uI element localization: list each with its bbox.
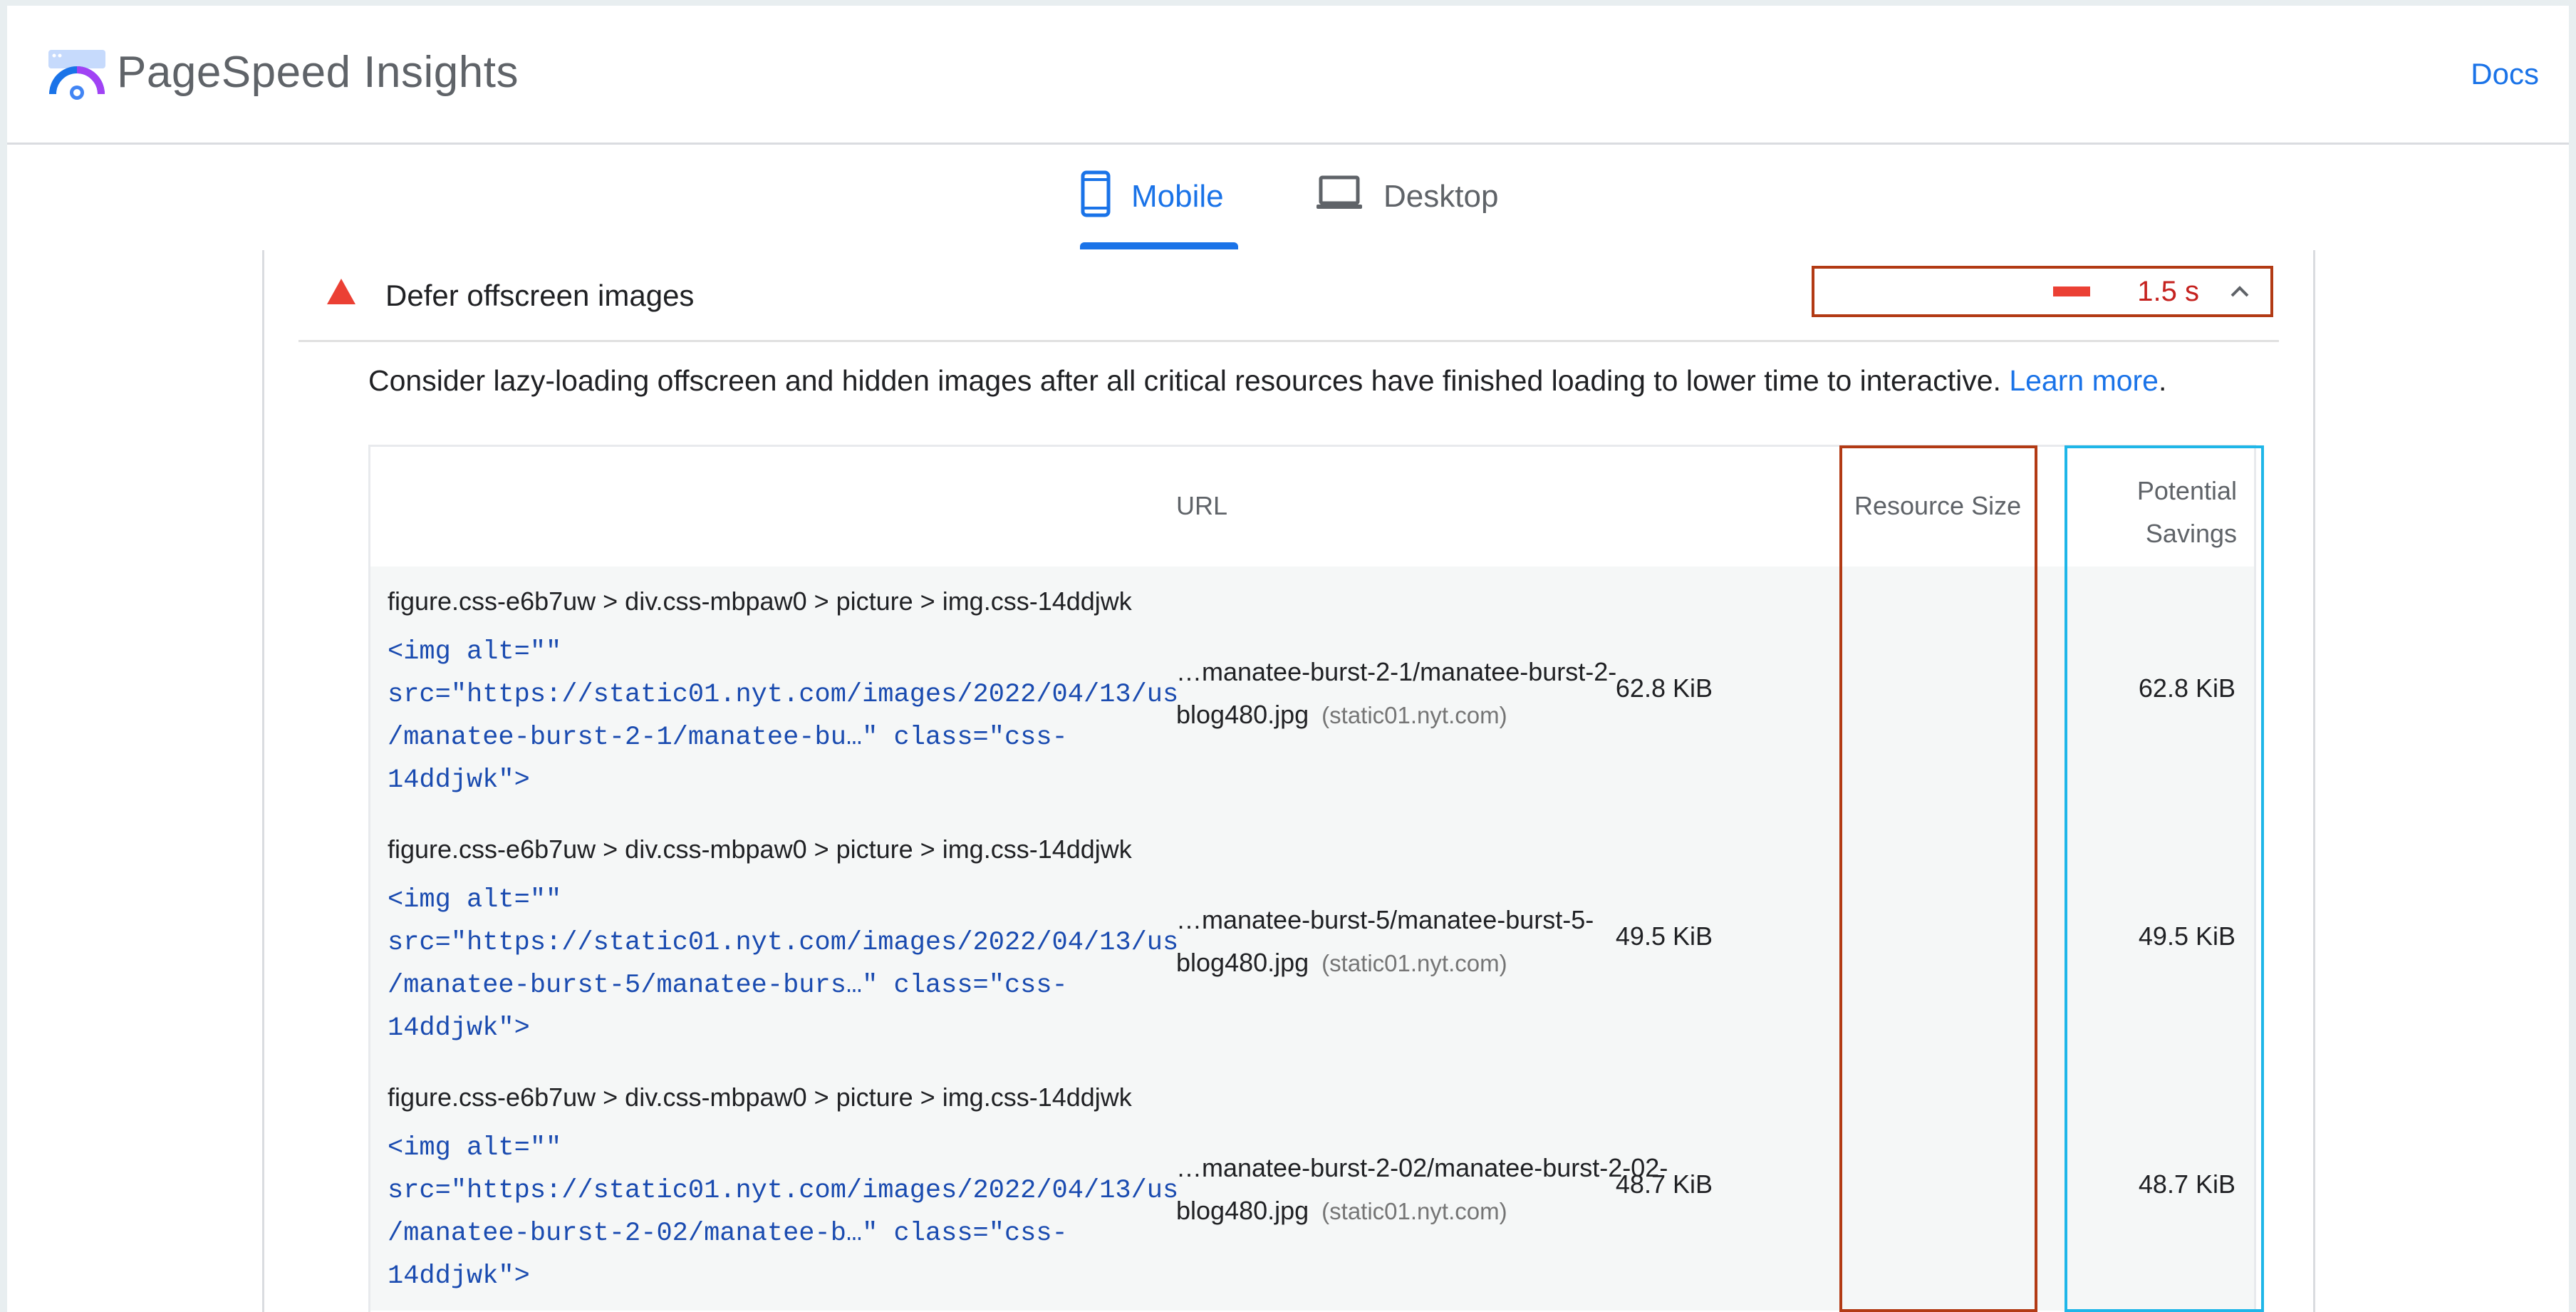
column-header-resource-size: Resource Size (1854, 491, 2022, 520)
tab-mobile-label: Mobile (1131, 179, 1224, 214)
table-row: figure.css-e6b7uw > div.css-mbpaw0 > pic… (370, 815, 2254, 1063)
fail-bar-icon (2053, 286, 2091, 296)
pagespeed-gauge-icon (48, 50, 105, 100)
node-snippet: <img alt="" src="https://static01.nyt.com… (388, 631, 1178, 802)
snippet-line: src="https://static01.nyt.com/images/202… (388, 928, 1179, 958)
url-line2: blog480.jpg (1176, 1196, 1309, 1225)
active-tab-indicator (1080, 242, 1238, 249)
snippet-line: /manatee-burst-2-02/manatee-b…" class="c… (388, 1219, 1068, 1249)
audit-panel: Defer offscreen images 1.5 s Consider la… (262, 250, 2315, 1312)
node-label: figure.css-e6b7uw > div.css-mbpaw0 > pic… (388, 587, 1132, 616)
page-frame: PageSpeed Insights Docs Mobile Desktop D… (7, 6, 2569, 1312)
snippet-line: 14ddjwk"> (388, 1261, 530, 1291)
snippet-line: <img alt="" (388, 637, 562, 667)
snippet-line: <img alt="" (388, 1133, 562, 1163)
column-header-potential-savings: Potential Savings (2137, 470, 2237, 555)
description-end: . (2158, 364, 2167, 397)
audit-metric-value: 1.5 s (2137, 275, 2199, 307)
node-snippet: <img alt="" src="https://static01.nyt.com… (388, 879, 1178, 1050)
snippet-line: <img alt="" (388, 885, 562, 915)
audit-title: Defer offscreen images (385, 279, 695, 312)
learn-more-link[interactable]: Learn more (2009, 364, 2159, 397)
device-tabs: Mobile Desktop (7, 145, 2569, 250)
potential-savings-cell: 48.7 KiB (2138, 1169, 2235, 1199)
url-line1: …manatee-burst-2-1/manatee-burst-2- (1176, 657, 1617, 686)
resource-size-cell: 62.8 KiB (1615, 673, 1713, 703)
table-row: figure.css-e6b7uw > div.css-mbpaw0 > pic… (370, 1063, 2254, 1311)
tab-desktop-label: Desktop (1383, 179, 1499, 214)
url-line1: …manatee-burst-5/manatee-burst-5- (1176, 905, 1594, 934)
url-cell: …manatee-burst-2-1/manatee-burst-2- blog… (1176, 651, 1616, 737)
app-title: PageSpeed Insights (117, 48, 519, 97)
potential-savings-cell: 49.5 KiB (2138, 921, 2235, 951)
potential-savings-line1: Potential (2136, 476, 2237, 505)
potential-savings-cell: 62.8 KiB (2138, 673, 2235, 703)
snippet-line: src="https://static01.nyt.com/images/202… (388, 680, 1179, 710)
snippet-line: /manatee-burst-5/manatee-burs…" class="c… (388, 971, 1068, 1001)
audit-metric: 1.5 s (1812, 266, 2273, 317)
node-snippet: <img alt="" src="https://static01.nyt.com… (388, 1127, 1178, 1298)
description-text: Consider lazy-loading offscreen and hidd… (368, 364, 2001, 397)
url-host: (static01.nyt.com) (1321, 702, 1507, 728)
node-label: figure.css-e6b7uw > div.css-mbpaw0 > pic… (388, 835, 1132, 864)
chevron-up-icon[interactable] (2228, 279, 2252, 304)
url-line1: …manatee-burst-2-02/manatee-burst-2-02- (1176, 1153, 1668, 1182)
snippet-line: src="https://static01.nyt.com/images/202… (388, 1176, 1179, 1206)
snippet-line: 14ddjwk"> (388, 1013, 530, 1043)
potential-savings-line2: Savings (2145, 519, 2237, 548)
url-host: (static01.nyt.com) (1321, 950, 1507, 976)
snippet-line: /manatee-burst-2-1/manatee-bu…" class="c… (388, 723, 1068, 753)
url-host: (static01.nyt.com) (1321, 1198, 1507, 1224)
node-label: figure.css-e6b7uw > div.css-mbpaw0 > pic… (388, 1083, 1132, 1112)
warning-triangle-icon (327, 279, 355, 304)
url-line2: blog480.jpg (1176, 948, 1309, 977)
docs-link[interactable]: Docs (2471, 57, 2539, 91)
url-cell: …manatee-burst-2-02/manatee-burst-2-02- … (1176, 1147, 1668, 1233)
snippet-line: 14ddjwk"> (388, 765, 530, 795)
phone-icon (1081, 170, 1111, 217)
audit-header[interactable]: Defer offscreen images 1.5 s (298, 250, 2279, 342)
resource-size-cell: 49.5 KiB (1615, 921, 1713, 951)
url-cell: …manatee-burst-5/manatee-burst-5- blog48… (1176, 899, 1594, 985)
resource-size-cell: 48.7 KiB (1615, 1169, 1713, 1199)
column-header-url: URL (1176, 491, 1228, 520)
details-table: URL Resource Size Potential Savings figu… (368, 445, 2256, 1312)
table-row: figure.css-e6b7uw > div.css-mbpaw0 > pic… (370, 567, 2254, 815)
tab-mobile[interactable]: Mobile (1080, 170, 1224, 250)
url-line2: blog480.jpg (1176, 700, 1309, 729)
tab-desktop[interactable]: Desktop (1315, 170, 1498, 250)
top-app-bar: PageSpeed Insights Docs (7, 6, 2569, 145)
laptop-icon (1316, 175, 1362, 209)
audit-description: Consider lazy-loading offscreen and hidd… (368, 364, 2166, 398)
